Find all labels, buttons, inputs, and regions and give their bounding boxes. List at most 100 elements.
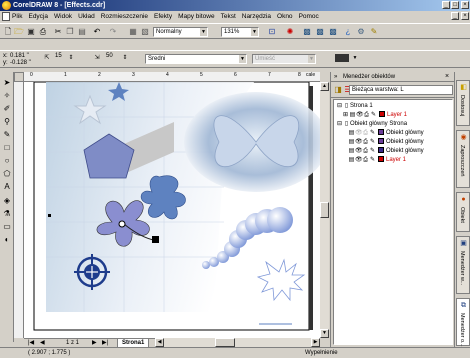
application-launcher-icon[interactable]: ▩ [302, 27, 312, 37]
horizontal-ruler[interactable]: 0 1 2 3 4 5 6 7 8 cale [24, 72, 320, 82]
ellipse-tool-icon[interactable]: ○ [2, 156, 12, 166]
tree-master-layer[interactable]: ▤👁⎙ ✎ Layer 1 [348, 156, 406, 165]
scroll-down-icon[interactable]: ▼ [320, 329, 329, 338]
tree-master-object[interactable]: ▤👁⎙ ✎ Obiekt główny [348, 138, 424, 147]
expand-icon[interactable]: ⊞ [342, 111, 349, 120]
visible-eye-icon[interactable]: 👁 [356, 111, 364, 120]
save-icon[interactable]: ▣ [26, 27, 36, 37]
interactive-fill-icon[interactable]: ◈ [2, 196, 12, 206]
tree-master-page[interactable]: ⊟ ▯ Obiekt główny Strona [336, 120, 407, 129]
first-page-icon[interactable]: |◀ [28, 340, 34, 347]
print-icon[interactable]: ⎙ [38, 27, 48, 37]
tab-menedzer-obiektow[interactable]: ⧉ Menedżer o... [456, 298, 470, 347]
spinner-arrows-icon[interactable]: ⇕ [120, 53, 130, 63]
copy-icon[interactable]: ❐ [65, 27, 75, 37]
scroll-left-icon[interactable]: ◀ [155, 338, 164, 347]
pick-tool-icon[interactable]: ➤ [2, 78, 12, 88]
last-page-icon[interactable]: ▶| [102, 340, 108, 347]
shape-tool-icon[interactable]: ✧ [2, 91, 12, 101]
scroll-thumb[interactable] [320, 202, 329, 218]
whats-this-icon[interactable]: ¿ [343, 27, 353, 37]
menu-widok[interactable]: Widok [54, 12, 72, 22]
next-page-icon[interactable]: ▶ [92, 340, 97, 347]
printer-icon[interactable]: ⎙ [362, 129, 369, 138]
vertical-scrollbar[interactable]: ▲ ▼ [320, 82, 329, 338]
menu-pomoc[interactable]: Pomoc [299, 12, 319, 22]
visible-eye-icon[interactable]: 👁 [355, 138, 363, 147]
object-tree[interactable]: ⊟ ▯ Strona 1 ⊞ ▤👁⎙ ✎ Layer 1 ⊟ ▯ Obiekt główny … [333, 99, 453, 345]
tab-menedzer-widokow[interactable]: ▣ Menedżer w... [456, 236, 470, 294]
wizard-icon[interactable]: ✎ [369, 27, 379, 37]
vertical-ruler[interactable] [14, 82, 24, 338]
zoom-tool-icon[interactable]: ⊡ [267, 27, 277, 37]
scroll-thumb[interactable] [215, 338, 235, 347]
printer-icon[interactable]: ⎙ [362, 156, 369, 165]
rectangle-tool-icon[interactable]: □ [2, 143, 12, 153]
prev-page-icon[interactable]: ◀ [40, 340, 45, 347]
collapse-icon[interactable]: ⊟ [336, 120, 343, 129]
menu-rozmieszczenie[interactable]: Rozmieszczenie [101, 12, 148, 22]
close-button[interactable]: × [461, 1, 469, 9]
view-mode-select[interactable]: Normalny ▼ [153, 27, 208, 37]
tab-dostosuj[interactable]: ◧ Dostosuj [456, 80, 470, 126]
outline-width-select[interactable]: Średni ▼ [145, 54, 247, 64]
visible-eye-icon[interactable]: 👁 [355, 147, 363, 156]
visible-eye-icon[interactable]: 👁 [355, 156, 363, 165]
undo-icon[interactable]: ↶ [92, 27, 102, 37]
size-spinner[interactable]: 50 [106, 53, 113, 60]
new-layer-icon[interactable]: ◨ [333, 85, 343, 95]
freehand-tool-icon[interactable]: ✎ [2, 130, 12, 140]
zoom-tool-icon[interactable]: ⚲ [2, 117, 12, 127]
docker-close-icon[interactable]: × [445, 72, 449, 82]
printer-icon[interactable]: ⎙ [363, 111, 370, 120]
menu-plik[interactable]: Plik [12, 12, 22, 22]
doc-close-button[interactable]: × [461, 12, 469, 20]
tree-page-1[interactable]: ⊟ ▯ Strona 1 [336, 102, 373, 111]
corel-logo-icon[interactable]: ✺ [285, 27, 295, 37]
tab-zaproszczen[interactable]: ◉ Zaproszczeń [456, 130, 470, 188]
scroll-up-icon[interactable]: ▲ [320, 82, 329, 91]
knife-tool-icon[interactable]: ✐ [2, 104, 12, 114]
edit-pencil-icon[interactable]: ✎ [369, 147, 376, 156]
printer-icon[interactable]: ⎙ [362, 147, 369, 156]
tree-layer-1[interactable]: ⊞ ▤👁⎙ ✎ Layer 1 [342, 111, 407, 120]
tree-master-object[interactable]: ▤👁⎙ ✎ Obiekt główny [348, 129, 424, 138]
text-tool-icon[interactable]: A [2, 182, 12, 192]
paste-icon[interactable]: ▤ [77, 27, 87, 37]
redo-icon[interactable]: ↷ [108, 27, 118, 37]
edit-pencil-icon[interactable]: ✎ [369, 156, 376, 165]
menu-edycja[interactable]: Edycja [28, 12, 48, 22]
new-icon[interactable]: 🗋 [3, 27, 13, 37]
menu-efekty[interactable]: Efekty [154, 12, 172, 22]
edit-pencil-icon[interactable]: ✎ [369, 129, 376, 138]
import-icon[interactable]: ▦ [128, 27, 138, 37]
tree-master-object[interactable]: ▤👁⎙ ✎ Obiekt główny [348, 147, 424, 156]
open-icon[interactable]: 🗁 [14, 27, 24, 37]
nudge-spinner[interactable]: 15 [55, 53, 62, 60]
docker-collapse-icon[interactable]: » [334, 72, 337, 82]
collapse-icon[interactable]: ⊟ [336, 102, 343, 111]
ruler-origin[interactable] [14, 72, 24, 82]
minimize-button[interactable]: _ [442, 1, 450, 9]
menu-uklad[interactable]: Układ [78, 12, 95, 22]
corel-online-icon[interactable]: ▩ [315, 27, 325, 37]
drawing-canvas[interactable] [24, 82, 320, 338]
fill-tool-icon[interactable]: ◐ [2, 235, 12, 245]
outline-tool-icon[interactable]: ▭ [2, 222, 12, 232]
chevron-down-icon[interactable]: ▼ [350, 53, 360, 63]
menu-okno[interactable]: Okno [277, 12, 293, 22]
menu-mapy-bitowe[interactable]: Mapy bitowe [178, 12, 215, 22]
cut-icon[interactable]: ✂ [53, 27, 63, 37]
x-position-value[interactable]: 0.181 " [10, 53, 29, 60]
coreldraw-app-icon[interactable] [2, 1, 11, 10]
horizontal-scrollbar[interactable]: ◀ ▶ [155, 338, 320, 347]
selection-handle[interactable] [48, 214, 51, 217]
spinner-arrows-icon[interactable]: ⇕ [66, 53, 76, 63]
scrapbook-icon[interactable]: ▩ [328, 27, 338, 37]
tab-obiekt[interactable]: ● Obiekt [456, 192, 470, 232]
y-position-value[interactable]: -0.128 " [10, 60, 31, 67]
options-icon[interactable]: ⚙ [356, 27, 366, 37]
edit-pencil-icon[interactable]: ✎ [369, 138, 376, 147]
visible-eye-icon[interactable]: 👁 [355, 129, 363, 138]
printer-icon[interactable]: ⎙ [362, 138, 369, 147]
